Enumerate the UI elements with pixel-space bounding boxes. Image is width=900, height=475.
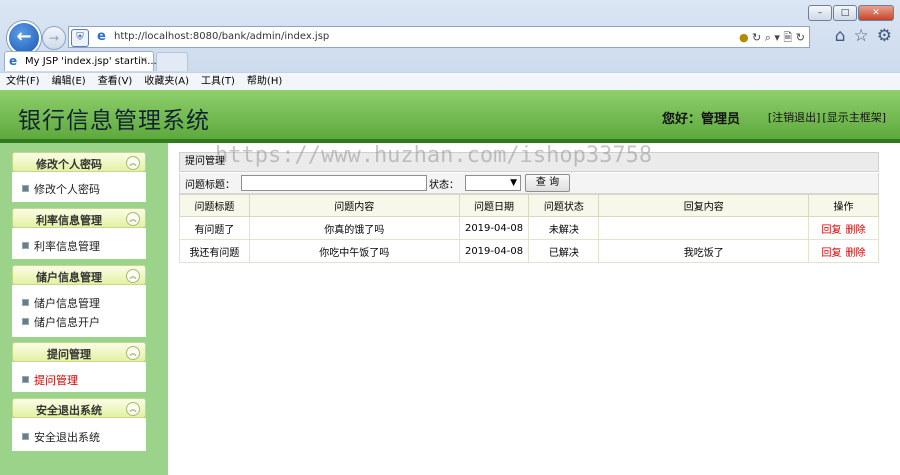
cell-reply: 我吃饭了 (598, 239, 810, 263)
col-header-status: 问题状态 (528, 194, 600, 217)
sidebar-item-safe-logout[interactable]: 安全退出系统 (22, 429, 100, 445)
tab-title: My JSP 'index.jsp' startin... (25, 56, 157, 67)
forward-button[interactable]: → (42, 26, 66, 50)
cell-status: 已解决 (528, 239, 600, 263)
bullet-icon (22, 433, 29, 440)
panel-title: 提问管理 (179, 152, 879, 172)
main-content: 提问管理 问题标题： 状态： ▼ 查 询 问题标题 问题内容 问题日期 问题状态… (168, 143, 900, 475)
menu-tools[interactable]: 工具(T) (195, 73, 241, 91)
back-button[interactable]: ← (7, 21, 41, 55)
ie-tab-icon: e (9, 54, 18, 68)
compat-shield-icon[interactable]: ⛨ (71, 29, 89, 47)
title-filter-input[interactable] (241, 175, 427, 191)
browser-tab[interactable]: e My JSP 'index.jsp' startin... × (4, 51, 157, 71)
cell-actions: 回复 删除 (808, 239, 879, 263)
address-bar[interactable]: ⛨ e http://localhost:8080/bank/admin/ind… (68, 26, 810, 48)
close-window-button[interactable]: ✕ (858, 5, 894, 21)
menu-favorites[interactable]: 收藏夹(A) (138, 73, 195, 91)
reply-link[interactable]: 回复 (822, 248, 842, 259)
sidebar-item-rate-info[interactable]: 利率信息管理 (22, 238, 100, 254)
ie-page-icon: e (97, 29, 106, 44)
ssl-icon: ● (738, 31, 749, 44)
gear-icon[interactable]: ⚙ (877, 26, 892, 46)
col-header-date: 问题日期 (458, 194, 530, 217)
sidebar-group-change-password[interactable]: 修改个人密码 ︽ (12, 152, 146, 172)
sidebar-item-open-account[interactable]: 储户信息开户 (22, 314, 100, 330)
cell-actions: 回复 删除 (808, 216, 879, 240)
cell-content: 你吃中午饭了吗 (248, 239, 460, 263)
status-filter-label: 状态： (429, 180, 459, 191)
menu-file[interactable]: 文件(F) (0, 73, 46, 91)
sidebar-group-rate-info[interactable]: 利率信息管理 ︽ (12, 208, 146, 228)
cell-content: 你真的饿了吗 (248, 216, 460, 240)
show-main-frame-link[interactable]: [显示主框架] (822, 111, 886, 124)
menu-bar: 文件(F) 编辑(E) 查看(V) 收藏夹(A) 工具(T) 帮助(H) (0, 72, 900, 91)
menu-view[interactable]: 查看(V) (92, 73, 139, 91)
app-title: 银行信息管理系统 (18, 108, 210, 134)
chevron-down-icon: ▼ (510, 178, 517, 188)
search-refresh-icons: ↻ ⌕ ▾ 🗎 ↻ (752, 31, 805, 44)
collapse-chevron-icon[interactable]: ︽ (126, 402, 140, 416)
collapse-chevron-icon[interactable]: ︽ (126, 156, 140, 170)
table-header-row: 问题标题 问题内容 问题日期 问题状态 回复内容 操作 (179, 194, 879, 217)
user-greeting: 您好：管理员 (661, 112, 740, 127)
sidebar-group-body: 利率信息管理 (12, 228, 146, 259)
sidebar: 修改个人密码 ︽ 修改个人密码 利率信息管理 ︽ 利率信息管理 储户信息管理 ︽… (0, 143, 168, 475)
status-filter-select[interactable]: ▼ (465, 175, 521, 191)
sidebar-group-logout[interactable]: 安全退出系统 ︽ (12, 398, 146, 418)
menu-edit[interactable]: 编辑(E) (46, 73, 92, 91)
collapse-chevron-icon[interactable]: ︽ (126, 212, 140, 226)
bullet-icon (22, 242, 29, 249)
tab-close-icon[interactable]: × (140, 55, 148, 66)
new-tab-button[interactable] (156, 52, 188, 71)
col-header-title: 问题标题 (179, 194, 250, 217)
home-icon[interactable]: ⌂ (835, 26, 846, 46)
bullet-icon (22, 376, 29, 383)
favorites-star-icon[interactable]: ☆ (854, 26, 869, 46)
sidebar-group-body: 储户信息管理 储户信息开户 (12, 285, 146, 337)
menu-help[interactable]: 帮助(H) (241, 73, 288, 91)
sidebar-item-change-password[interactable]: 修改个人密码 (22, 181, 100, 197)
sidebar-item-question-mgmt[interactable]: 提问管理 (22, 372, 78, 388)
table-row: 有问题了 你真的饿了吗 2019-04-08 未解决 回复 删除 (179, 216, 879, 240)
col-header-actions: 操作 (808, 194, 879, 217)
maximize-button[interactable]: □ (833, 5, 857, 21)
cell-title: 我还有问题 (179, 239, 250, 263)
browser-chrome: – □ ✕ ← → ⛨ e http://localhost:8080/bank… (0, 0, 900, 91)
cell-reply (598, 216, 810, 240)
reply-link[interactable]: 回复 (822, 225, 842, 236)
window-controls: – □ ✕ (808, 5, 894, 21)
sidebar-item-depositor-info[interactable]: 储户信息管理 (22, 295, 100, 311)
col-header-content: 问题内容 (248, 194, 460, 217)
sidebar-group-body: 修改个人密码 (12, 172, 146, 202)
col-header-reply: 回复内容 (598, 194, 810, 217)
cell-title: 有问题了 (179, 216, 250, 240)
cell-date: 2019-04-08 (458, 216, 530, 240)
address-tools[interactable]: ● ↻ ⌕ ▾ 🗎 ↻ (739, 29, 805, 48)
search-bar: 问题标题： 状态： ▼ 查 询 (179, 173, 879, 194)
sidebar-group-depositor-info[interactable]: 储户信息管理 ︽ (12, 265, 146, 285)
sidebar-group-body: 提问管理 (12, 362, 146, 392)
delete-link[interactable]: 删除 (846, 248, 866, 259)
cell-date: 2019-04-08 (458, 239, 530, 263)
bullet-icon (22, 299, 29, 306)
minimize-button[interactable]: – (808, 5, 832, 21)
cell-status: 未解决 (528, 216, 600, 240)
delete-link[interactable]: 删除 (846, 225, 866, 236)
header-links: [注销退出] [显示主框架] (766, 109, 886, 125)
collapse-chevron-icon[interactable]: ︽ (126, 269, 140, 283)
sidebar-group-body: 安全退出系统 (12, 418, 146, 451)
title-filter-label: 问题标题： (185, 180, 235, 191)
questions-table: 问题标题 问题内容 问题日期 问题状态 回复内容 操作 有问题了 你真的饿了吗 … (179, 194, 879, 263)
browser-toolbar-icons: ⌂ ☆ ⚙ (835, 26, 892, 46)
bullet-icon (22, 185, 29, 192)
sidebar-group-question-mgmt[interactable]: 提问管理 ︽ (12, 342, 146, 362)
app-header: 银行信息管理系统 您好：管理员 [注销退出] [显示主框架] (0, 90, 900, 143)
bullet-icon (22, 318, 29, 325)
url-text[interactable]: http://localhost:8080/bank/admin/index.j… (114, 31, 329, 42)
table-row: 我还有问题 你吃中午饭了吗 2019-04-08 已解决 我吃饭了 回复 删除 (179, 239, 879, 263)
query-button[interactable]: 查 询 (525, 174, 570, 192)
logout-link[interactable]: [注销退出] (768, 111, 821, 124)
collapse-chevron-icon[interactable]: ︽ (126, 346, 140, 360)
